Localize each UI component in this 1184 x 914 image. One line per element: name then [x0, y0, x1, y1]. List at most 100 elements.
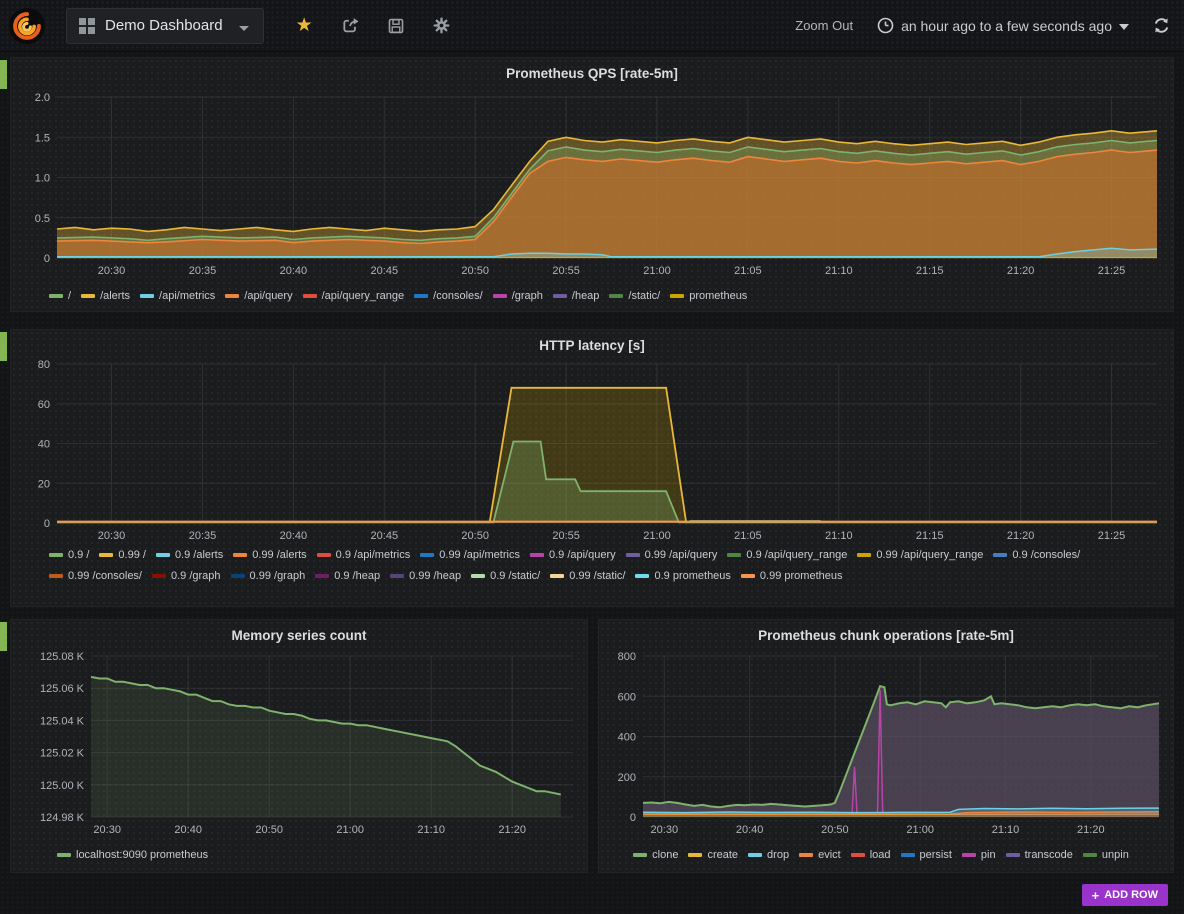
legend-item[interactable]: 0.9 / [49, 549, 89, 561]
legend-item[interactable]: /static/ [609, 290, 660, 302]
legend-item[interactable]: /alerts [81, 290, 130, 302]
legend-item[interactable]: drop [748, 849, 789, 861]
series-label: 0.99 /heap [409, 570, 461, 582]
time-range-picker[interactable]: an hour ago to a few seconds ago [877, 17, 1129, 34]
panel-title[interactable]: HTTP latency [s] [11, 330, 1173, 353]
top-nav: Demo Dashboard ★ [0, 0, 1184, 52]
settings-button[interactable] [433, 17, 450, 34]
star-button[interactable]: ★ [296, 17, 313, 35]
share-button[interactable] [342, 17, 359, 34]
legend-item[interactable]: persist [901, 849, 952, 861]
svg-text:125.08 K: 125.08 K [40, 651, 85, 663]
legend-item[interactable]: 0.99 /static/ [550, 570, 625, 582]
latency-chart[interactable]: 20:3020:3520:4020:4520:5020:5521:0021:05… [11, 356, 1175, 552]
series-color-swatch [233, 553, 247, 557]
legend-item[interactable]: 0.99 /api/metrics [420, 549, 520, 561]
row-collapse-handle[interactable] [0, 332, 7, 361]
svg-text:20:30: 20:30 [651, 824, 679, 836]
svg-text:2.0: 2.0 [35, 92, 50, 104]
legend-item[interactable]: 0.9 /heap [315, 570, 380, 582]
caret-down-icon [1119, 24, 1129, 30]
legend-item[interactable]: 0.99 / [99, 549, 146, 561]
legend-item[interactable]: /consoles/ [414, 290, 483, 302]
series-label: 0.99 /api/metrics [439, 549, 520, 561]
legend-item[interactable]: 0.99 /consoles/ [49, 570, 142, 582]
legend-item[interactable]: create [688, 849, 738, 861]
svg-text:21:20: 21:20 [498, 824, 526, 836]
series-color-swatch [851, 853, 865, 857]
legend-item[interactable]: unpin [1083, 849, 1129, 861]
save-icon [388, 18, 404, 34]
series-label: 0.9 /api/query [549, 549, 616, 561]
save-button[interactable] [388, 18, 404, 34]
legend-item[interactable]: localhost:9090 prometheus [57, 849, 208, 861]
row-collapse-handle[interactable] [0, 622, 7, 651]
svg-text:20:40: 20:40 [736, 824, 764, 836]
series-color-swatch [609, 294, 623, 298]
legend-item[interactable]: 0.9 /api/query_range [727, 549, 847, 561]
series-color-swatch [799, 853, 813, 857]
series-label: create [707, 849, 738, 861]
legend-item[interactable]: /api/query_range [303, 290, 405, 302]
grafana-logo[interactable] [8, 7, 46, 45]
legend-item[interactable]: 0.99 /alerts [233, 549, 306, 561]
legend-item[interactable]: 0.9 /consoles/ [993, 549, 1080, 561]
legend-item[interactable]: /graph [493, 290, 543, 302]
svg-text:124.98 K: 124.98 K [40, 812, 85, 824]
series-label: /graph [512, 290, 543, 302]
chunk-ops-chart[interactable]: 20:3020:4020:5021:0021:1021:200200400600… [599, 648, 1175, 858]
series-color-swatch [1006, 853, 1020, 857]
svg-text:21:20: 21:20 [1007, 530, 1035, 542]
series-color-swatch [303, 294, 317, 298]
panel-title[interactable]: Prometheus QPS [rate-5m] [11, 58, 1173, 81]
legend-item[interactable]: 0.99 /api/query_range [857, 549, 983, 561]
legend-item[interactable]: 0.9 /api/metrics [317, 549, 411, 561]
legend-item[interactable]: 0.9 prometheus [635, 570, 730, 582]
series-label: prometheus [689, 290, 747, 302]
zoom-out-button[interactable]: Zoom Out [795, 18, 853, 33]
legend-item[interactable]: 0.99 prometheus [741, 570, 843, 582]
svg-text:20:50: 20:50 [255, 824, 283, 836]
svg-text:20:50: 20:50 [461, 530, 489, 542]
svg-text:0.5: 0.5 [35, 213, 50, 225]
legend-item[interactable]: / [49, 290, 71, 302]
series-label: 0.99 /consoles/ [68, 570, 142, 582]
legend-item[interactable]: transcode [1006, 849, 1073, 861]
panel-chunk-operations: Prometheus chunk operations [rate-5m] 20… [598, 619, 1174, 873]
legend-item[interactable]: 0.9 /alerts [156, 549, 223, 561]
legend-item[interactable]: prometheus [670, 290, 747, 302]
add-row-button[interactable]: + ADD ROW [1082, 884, 1168, 906]
legend-row: 0.99 /consoles/0.9 /graph 0.99 /graph 0.9 … [49, 570, 1090, 582]
legend-item[interactable]: 0.99 /graph [231, 570, 306, 582]
legend-item[interactable]: 0.9 /static/ [471, 570, 540, 582]
legend-item[interactable]: /api/query [225, 290, 292, 302]
svg-text:125.00 K: 125.00 K [40, 780, 85, 792]
legend-item[interactable]: pin [962, 849, 996, 861]
legend-item[interactable]: 0.9 /api/query [530, 549, 616, 561]
legend-item[interactable]: 0.99 /heap [390, 570, 461, 582]
panel-memory-series: Memory series count 20:3020:4020:5021:00… [10, 619, 588, 873]
legend-row: clone create drop evict load persist pin transc… [599, 849, 1173, 861]
svg-text:21:00: 21:00 [643, 530, 671, 542]
row-collapse-handle[interactable] [0, 60, 7, 89]
refresh-button[interactable] [1153, 17, 1170, 34]
legend-item[interactable]: clone [633, 849, 678, 861]
panel-title[interactable]: Prometheus chunk operations [rate-5m] [599, 620, 1173, 643]
legend-item[interactable]: load [851, 849, 891, 861]
series-color-swatch [81, 294, 95, 298]
memory-chart[interactable]: 20:3020:4020:5021:0021:1021:20124.98 K12… [11, 648, 589, 858]
legend-item[interactable]: 0.99 /api/query [626, 549, 718, 561]
legend-item[interactable]: evict [799, 849, 841, 861]
legend-item[interactable]: 0.9 /graph [152, 570, 221, 582]
series-color-swatch [530, 553, 544, 557]
legend-item[interactable]: /heap [553, 290, 600, 302]
dashboard-switcher[interactable]: Demo Dashboard [66, 8, 264, 44]
series-label: persist [920, 849, 952, 861]
panel-title[interactable]: Memory series count [11, 620, 587, 643]
series-label: drop [767, 849, 789, 861]
dashboard-title: Demo Dashboard [105, 17, 223, 34]
svg-text:21:25: 21:25 [1098, 530, 1126, 542]
svg-text:125.02 K: 125.02 K [40, 748, 85, 760]
legend-item[interactable]: /api/metrics [140, 290, 215, 302]
qps-chart[interactable]: 20:3020:3520:4020:4520:5020:5521:0021:05… [11, 88, 1175, 288]
